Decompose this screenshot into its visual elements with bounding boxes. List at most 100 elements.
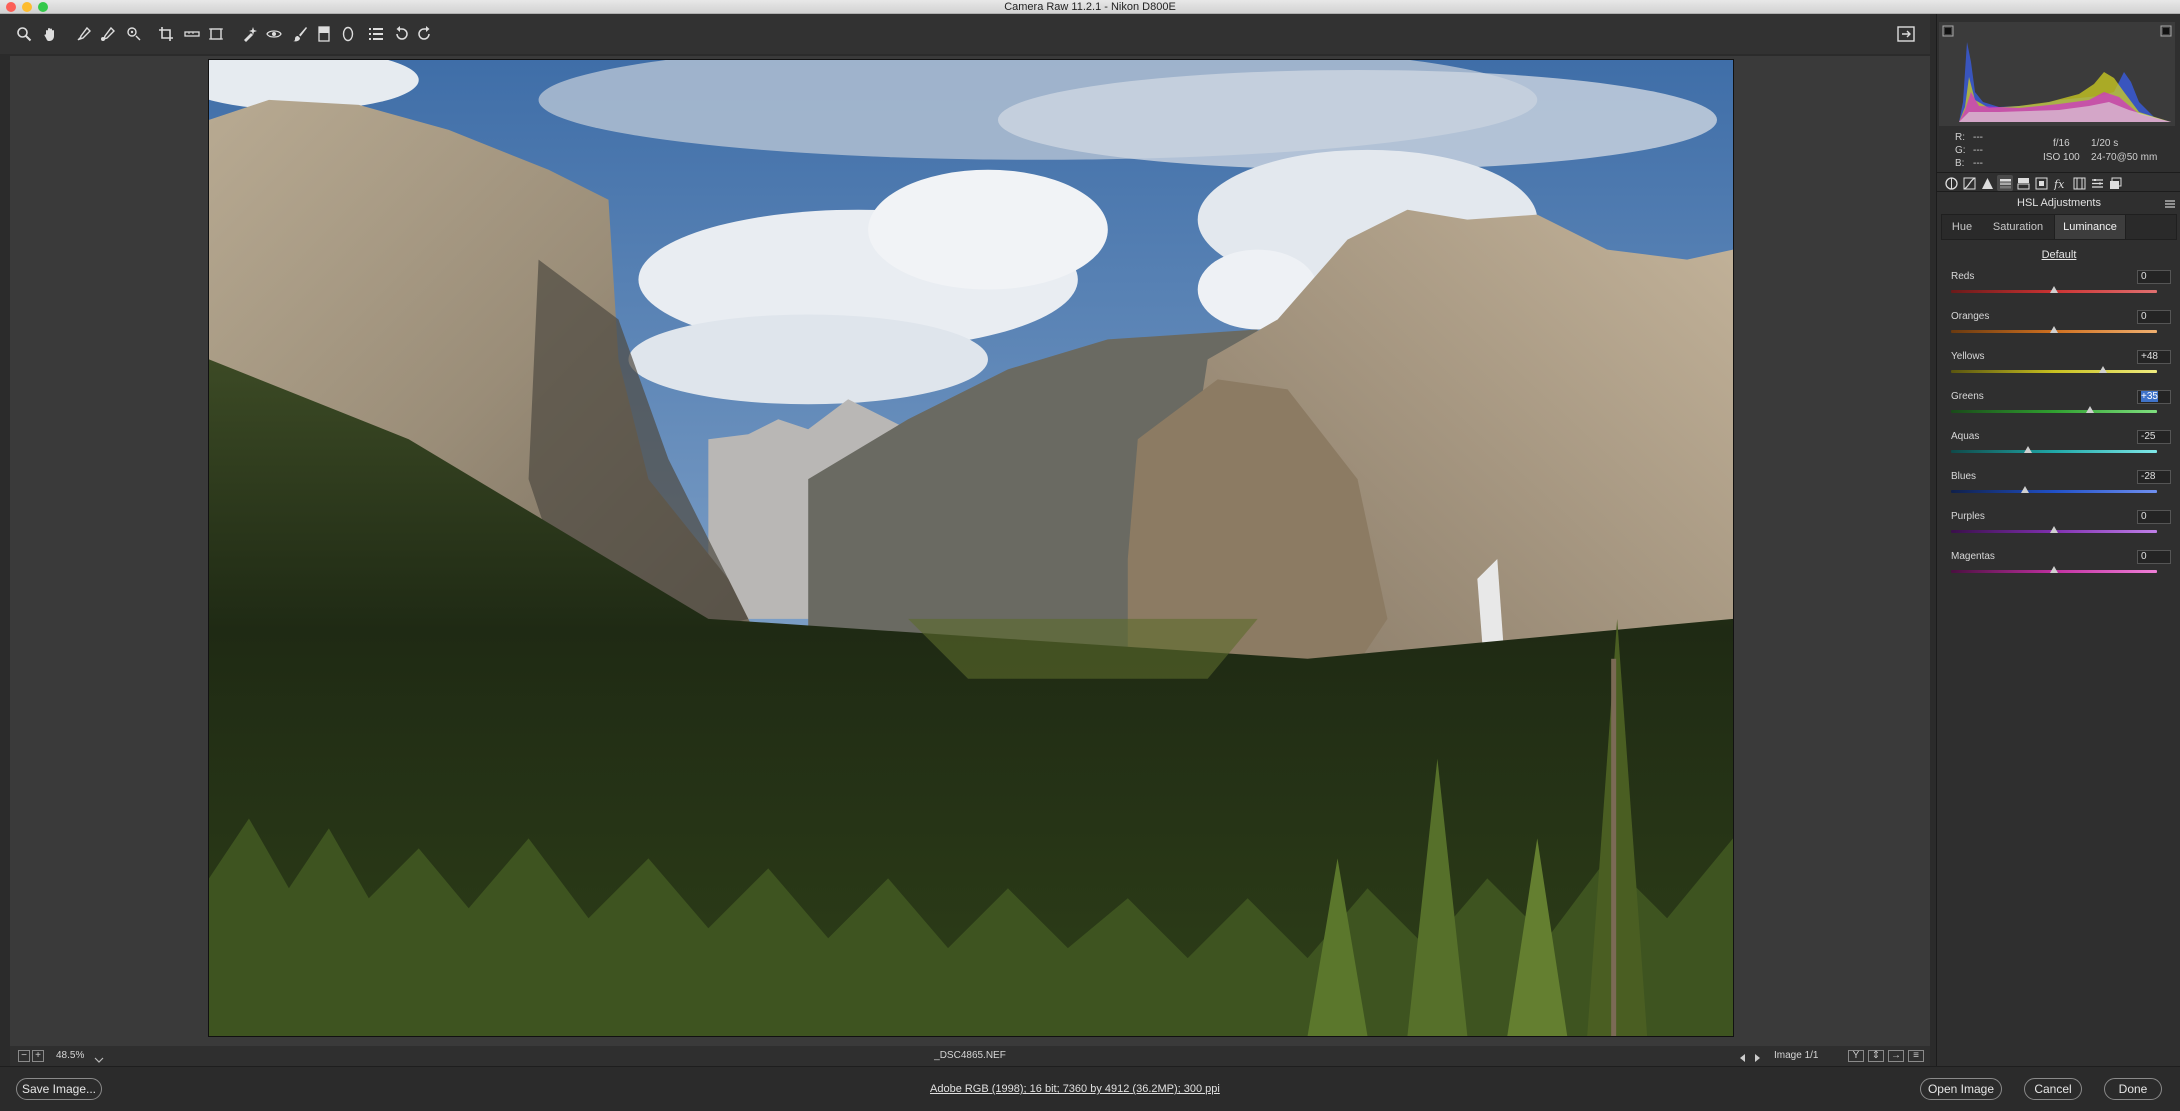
photo-preview[interactable]: [208, 59, 1734, 1037]
slider-label: Magentas: [1951, 551, 1995, 562]
hsl-subtabs: Hue Saturation Luminance: [1941, 214, 2177, 240]
workflow-options-link[interactable]: Adobe RGB (1998); 16 bit; 7360 by 4912 (…: [930, 1067, 1220, 1111]
split-toning-icon[interactable]: [2015, 175, 2031, 191]
radial-filter-icon[interactable]: [338, 24, 358, 44]
spot-removal-icon[interactable]: [240, 24, 260, 44]
slider-magentas[interactable]: Magentas 0: [1951, 550, 2171, 578]
default-link[interactable]: Default: [1937, 248, 2180, 262]
adjustment-brush-icon[interactable]: [290, 24, 310, 44]
preferences-icon[interactable]: [366, 24, 386, 44]
slider-thumb[interactable]: [2021, 486, 2030, 493]
slider-greens[interactable]: Greens +35: [1951, 390, 2171, 418]
swap-settings-icon[interactable]: ⇕: [1868, 1050, 1884, 1062]
filename: _DSC4865.NEF: [934, 1050, 1006, 1061]
g-label: G:: [1955, 145, 1966, 156]
straighten-icon[interactable]: [182, 24, 202, 44]
hsl-icon[interactable]: [1997, 175, 2013, 191]
slider-track[interactable]: [1951, 370, 2157, 373]
adjustments-panel: R: --- G: --- B: --- f/16 1/20 s ISO 100…: [1936, 14, 2180, 1066]
shutter-speed: 1/20 s: [2091, 138, 2119, 149]
toolbar: [0, 14, 1930, 54]
r-label: R:: [1955, 132, 1965, 143]
slider-aquas[interactable]: Aquas -25: [1951, 430, 2171, 458]
slider-value-field[interactable]: 0: [2137, 550, 2171, 564]
detail-icon[interactable]: [1979, 175, 1995, 191]
slider-track[interactable]: [1951, 490, 2157, 493]
zoom-tool-icon[interactable]: [14, 24, 34, 44]
white-balance-icon[interactable]: [74, 24, 94, 44]
hand-tool-icon[interactable]: [40, 24, 60, 44]
calibration-icon[interactable]: [2071, 175, 2087, 191]
slider-value-field[interactable]: -25: [2137, 430, 2171, 444]
iso: ISO 100: [2043, 152, 2080, 163]
slider-thumb[interactable]: [2050, 286, 2058, 293]
slider-yellows[interactable]: Yellows +48: [1951, 350, 2171, 378]
save-image-button[interactable]: Save Image...: [16, 1078, 102, 1100]
g-value: ---: [1973, 145, 1983, 156]
slider-label: Blues: [1951, 471, 1977, 482]
color-sampler-icon[interactable]: [98, 24, 118, 44]
slider-label: Purples: [1951, 511, 1985, 522]
effects-icon[interactable]: fx: [2051, 175, 2067, 191]
lens: 24-70@50 mm: [2091, 152, 2158, 163]
cancel-button[interactable]: Cancel: [2024, 1078, 2082, 1100]
crop-icon[interactable]: [156, 24, 176, 44]
tab-saturation[interactable]: Saturation: [1982, 215, 2054, 239]
slider-oranges[interactable]: Oranges 0: [1951, 310, 2171, 338]
rotate-ccw-icon[interactable]: [392, 24, 412, 44]
bottom-bar: Save Image... Adobe RGB (1998); 16 bit; …: [0, 1066, 2180, 1111]
slider-track[interactable]: [1951, 410, 2157, 413]
slider-label: Yellows: [1951, 351, 1985, 362]
preview-canvas[interactable]: [10, 56, 1930, 1046]
svg-text:fx: fx: [2053, 178, 2065, 190]
slider-track[interactable]: [1951, 450, 2157, 453]
targeted-adjustment-icon[interactable]: [124, 24, 144, 44]
basic-icon[interactable]: [1943, 175, 1959, 191]
slider-thumb[interactable]: [2050, 326, 2058, 333]
open-image-button[interactable]: Open Image: [1920, 1078, 2002, 1100]
slider-blues[interactable]: Blues -28: [1951, 470, 2171, 498]
b-label: B:: [1955, 158, 1965, 169]
before-after-toggle-icon[interactable]: Y: [1848, 1050, 1864, 1062]
tab-hue[interactable]: Hue: [1942, 215, 1982, 239]
title-bar: Camera Raw 11.2.1 - Nikon D800E: [0, 0, 2180, 14]
image-counter: Image 1/1: [1774, 1050, 1819, 1061]
tab-luminance[interactable]: Luminance: [2054, 215, 2126, 239]
graduated-filter-icon[interactable]: [314, 24, 334, 44]
slider-value-field[interactable]: +35: [2137, 390, 2171, 404]
aperture: f/16: [2053, 138, 2070, 149]
red-eye-icon[interactable]: [264, 24, 284, 44]
camera-raw-window: Camera Raw 11.2.1 - Nikon D800E − + 48.5…: [0, 0, 2180, 1111]
panel-tabs: fx: [1937, 172, 2180, 192]
transform-icon[interactable]: [206, 24, 226, 44]
slider-thumb[interactable]: [2024, 446, 2033, 453]
panel-menu-icon[interactable]: [2164, 197, 2176, 209]
slider-label: Oranges: [1951, 311, 1990, 322]
tone-curve-icon[interactable]: [1961, 175, 1977, 191]
slider-value-field[interactable]: +48: [2137, 350, 2171, 364]
done-button[interactable]: Done: [2104, 1078, 2162, 1100]
slider-label: Reds: [1951, 271, 1975, 282]
status-bar: − + 48.5% _DSC4865.NEF Image 1/1 Y ⇕ → ≡: [10, 1046, 1930, 1066]
slider-value-field[interactable]: -28: [2137, 470, 2171, 484]
slider-thumb[interactable]: [2050, 526, 2058, 533]
fullscreen-toggle-icon[interactable]: [1896, 24, 1916, 44]
b-value: ---: [1973, 158, 1983, 169]
copy-settings-icon[interactable]: →: [1888, 1050, 1904, 1062]
snapshots-icon[interactable]: [2107, 175, 2123, 191]
window-title: Camera Raw 11.2.1 - Nikon D800E: [1004, 1, 1176, 13]
slider-value-field[interactable]: 0: [2137, 270, 2171, 284]
histogram: [1939, 22, 2175, 126]
info-readout: R: --- G: --- B: --- f/16 1/20 s ISO 100…: [1947, 130, 2173, 172]
slider-reds[interactable]: Reds 0: [1951, 270, 2171, 298]
slider-thumb[interactable]: [2050, 566, 2058, 573]
lens-corrections-icon[interactable]: [2033, 175, 2049, 191]
slider-thumb[interactable]: [2099, 366, 2108, 373]
slider-purples[interactable]: Purples 0: [1951, 510, 2171, 538]
slider-value-field[interactable]: 0: [2137, 510, 2171, 524]
preview-preferences-icon[interactable]: ≡: [1908, 1050, 1924, 1062]
slider-thumb[interactable]: [2086, 406, 2095, 413]
slider-value-field[interactable]: 0: [2137, 310, 2171, 324]
rotate-cw-icon[interactable]: [414, 24, 434, 44]
presets-icon[interactable]: [2089, 175, 2105, 191]
